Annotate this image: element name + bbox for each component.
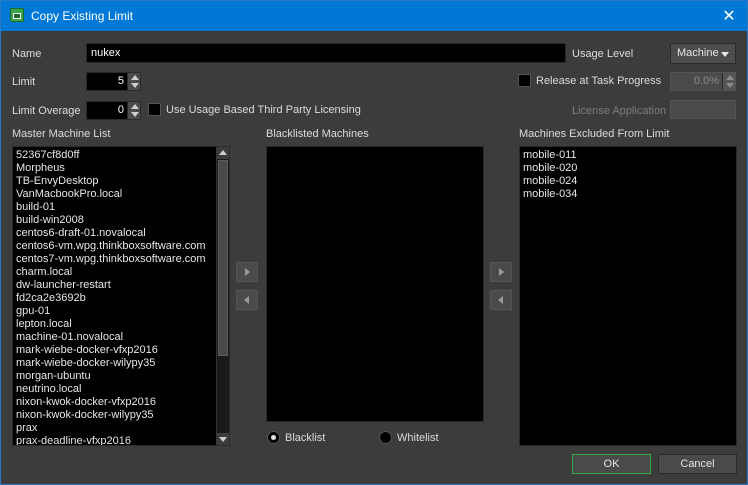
copy-limit-dialog: Copy Existing Limit ✕ Name nukex Usage L… — [0, 0, 748, 485]
name-label: Name — [12, 48, 42, 60]
add-to-excluded-button[interactable] — [490, 262, 512, 282]
master-items-container: 52367cf8d0ff Morpheus TB-EnvyDesktop VanMac… — [13, 149, 229, 445]
excluded-list-item[interactable]: mobile-011 — [520, 149, 736, 162]
machine-list-item[interactable]: centos7-vm.wpg.thinkboxsoftware.com — [13, 253, 229, 266]
machine-list-item[interactable]: nixon-kwok-docker-wilypy35 — [13, 409, 229, 422]
limit-stepper[interactable] — [127, 73, 140, 90]
decrement-icon[interactable] — [726, 83, 734, 88]
name-input[interactable]: nukex — [86, 43, 566, 63]
whitelist-radio[interactable] — [379, 431, 392, 444]
machine-list-item[interactable]: VanMacbookPro.local — [13, 188, 229, 201]
increment-icon[interactable] — [131, 104, 139, 109]
machine-list-item[interactable]: dw-launcher-restart — [13, 279, 229, 292]
machine-list-item[interactable]: build-win2008 — [13, 214, 229, 227]
excluded-machines-label: Machines Excluded From Limit — [519, 128, 670, 140]
arrow-left-icon — [244, 296, 249, 304]
increment-icon[interactable] — [726, 75, 734, 80]
limit-spinbox[interactable]: 5 — [86, 72, 141, 91]
usage-based-licensing-label: Use Usage Based Third Party Licensing — [166, 104, 361, 116]
machine-list-item[interactable]: machine-01.novalocal — [13, 331, 229, 344]
usage-level-label: Usage Level — [572, 48, 634, 60]
ok-button[interactable]: OK — [572, 454, 651, 474]
release-at-progress-checkbox[interactable] — [518, 74, 531, 87]
machine-list-item[interactable]: mark-wiebe-docker-vfxp2016 — [13, 344, 229, 357]
machine-list-item[interactable]: centos6-draft-01.novalocal — [13, 227, 229, 240]
machine-list-item[interactable]: lepton.local — [13, 318, 229, 331]
release-at-progress-label: Release at Task Progress — [536, 75, 662, 87]
machine-list-item[interactable]: TB-EnvyDesktop — [13, 175, 229, 188]
usage-level-dropdown[interactable]: Machine — [670, 43, 736, 64]
machine-list-item[interactable]: Morpheus — [13, 162, 229, 175]
decrement-icon[interactable] — [131, 83, 139, 88]
limit-value: 5 — [117, 75, 124, 87]
arrow-left-icon — [498, 296, 503, 304]
blacklist-radio-label: Blacklist — [285, 432, 326, 444]
blacklisted-machines-label: Blacklisted Machines — [266, 128, 369, 140]
usage-based-licensing-checkbox[interactable] — [148, 103, 161, 116]
scroll-thumb[interactable] — [218, 160, 228, 356]
arrow-right-icon — [499, 268, 504, 276]
machine-list-item[interactable]: prax — [13, 422, 229, 435]
title-bar[interactable]: Copy Existing Limit ✕ — [1, 1, 747, 31]
decrement-icon[interactable] — [131, 112, 139, 117]
window-title: Copy Existing Limit — [31, 9, 134, 23]
excluded-list-item[interactable]: mobile-020 — [520, 162, 736, 175]
cancel-button[interactable]: Cancel — [658, 454, 737, 474]
release-progress-stepper[interactable] — [722, 73, 735, 90]
machine-list-item[interactable]: neutrino.local — [13, 383, 229, 396]
machine-list-item[interactable]: gpu-01 — [13, 305, 229, 318]
master-machine-list[interactable]: 52367cf8d0ff Morpheus TB-EnvyDesktop VanMac… — [12, 146, 230, 446]
arrow-right-icon — [245, 268, 250, 276]
scroll-down-icon[interactable] — [217, 433, 229, 445]
excluded-list-item[interactable]: mobile-024 — [520, 175, 736, 188]
limit-label: Limit — [12, 76, 36, 88]
close-icon[interactable]: ✕ — [719, 6, 739, 26]
master-list-scrollbar[interactable] — [216, 147, 229, 445]
machine-list-item[interactable]: fd2ca2e3692b — [13, 292, 229, 305]
usage-level-value: Machine — [677, 47, 719, 59]
overage-stepper[interactable] — [127, 102, 140, 119]
name-value: nukex — [91, 47, 121, 59]
scroll-up-icon[interactable] — [217, 147, 229, 159]
deadline-monitor-icon — [10, 8, 24, 22]
machine-list-item[interactable]: morgan-ubuntu — [13, 370, 229, 383]
excluded-machines-list[interactable]: mobile-011 mobile-020 mobile-024 mobile-034 — [519, 146, 737, 446]
machine-list-item[interactable]: 52367cf8d0ff — [13, 149, 229, 162]
machine-list-item[interactable]: prax-deadline-vfxp2016 — [13, 435, 229, 445]
remove-from-excluded-button[interactable] — [490, 290, 512, 310]
machine-list-item[interactable]: centos6-vm.wpg.thinkboxsoftware.com — [13, 240, 229, 253]
limit-overage-label: Limit Overage — [12, 105, 81, 117]
chevron-down-icon — [721, 52, 729, 57]
machine-list-item[interactable]: build-01 — [13, 201, 229, 214]
excluded-list-item[interactable]: mobile-034 — [520, 188, 736, 201]
increment-icon[interactable] — [131, 75, 139, 80]
add-to-blacklist-button[interactable] — [236, 262, 258, 282]
blacklist-radio[interactable] — [267, 431, 280, 444]
dialog-content: Name nukex Usage Level Machine Limit 5 R… — [1, 31, 747, 484]
overage-spinbox[interactable]: 0 — [86, 101, 141, 120]
overage-value: 0 — [117, 104, 124, 116]
master-list-label: Master Machine List — [12, 128, 111, 140]
remove-from-blacklist-button[interactable] — [236, 290, 258, 310]
license-application-label: License Application — [572, 105, 667, 117]
machine-list-item[interactable]: charm.local — [13, 266, 229, 279]
license-application-input[interactable] — [670, 100, 736, 119]
machine-list-item[interactable]: nixon-kwok-docker-vfxp2016 — [13, 396, 229, 409]
whitelist-radio-label: Whitelist — [397, 432, 439, 444]
blacklisted-machines-list[interactable] — [266, 146, 484, 422]
excluded-items-container: mobile-011 mobile-020 mobile-024 mobile-034 — [520, 149, 736, 201]
machine-list-item[interactable]: mark-wiebe-docker-wilypy35 — [13, 357, 229, 370]
release-progress-spinbox[interactable]: 0.0% — [670, 72, 736, 91]
release-progress-value: 0.0% — [693, 75, 719, 87]
